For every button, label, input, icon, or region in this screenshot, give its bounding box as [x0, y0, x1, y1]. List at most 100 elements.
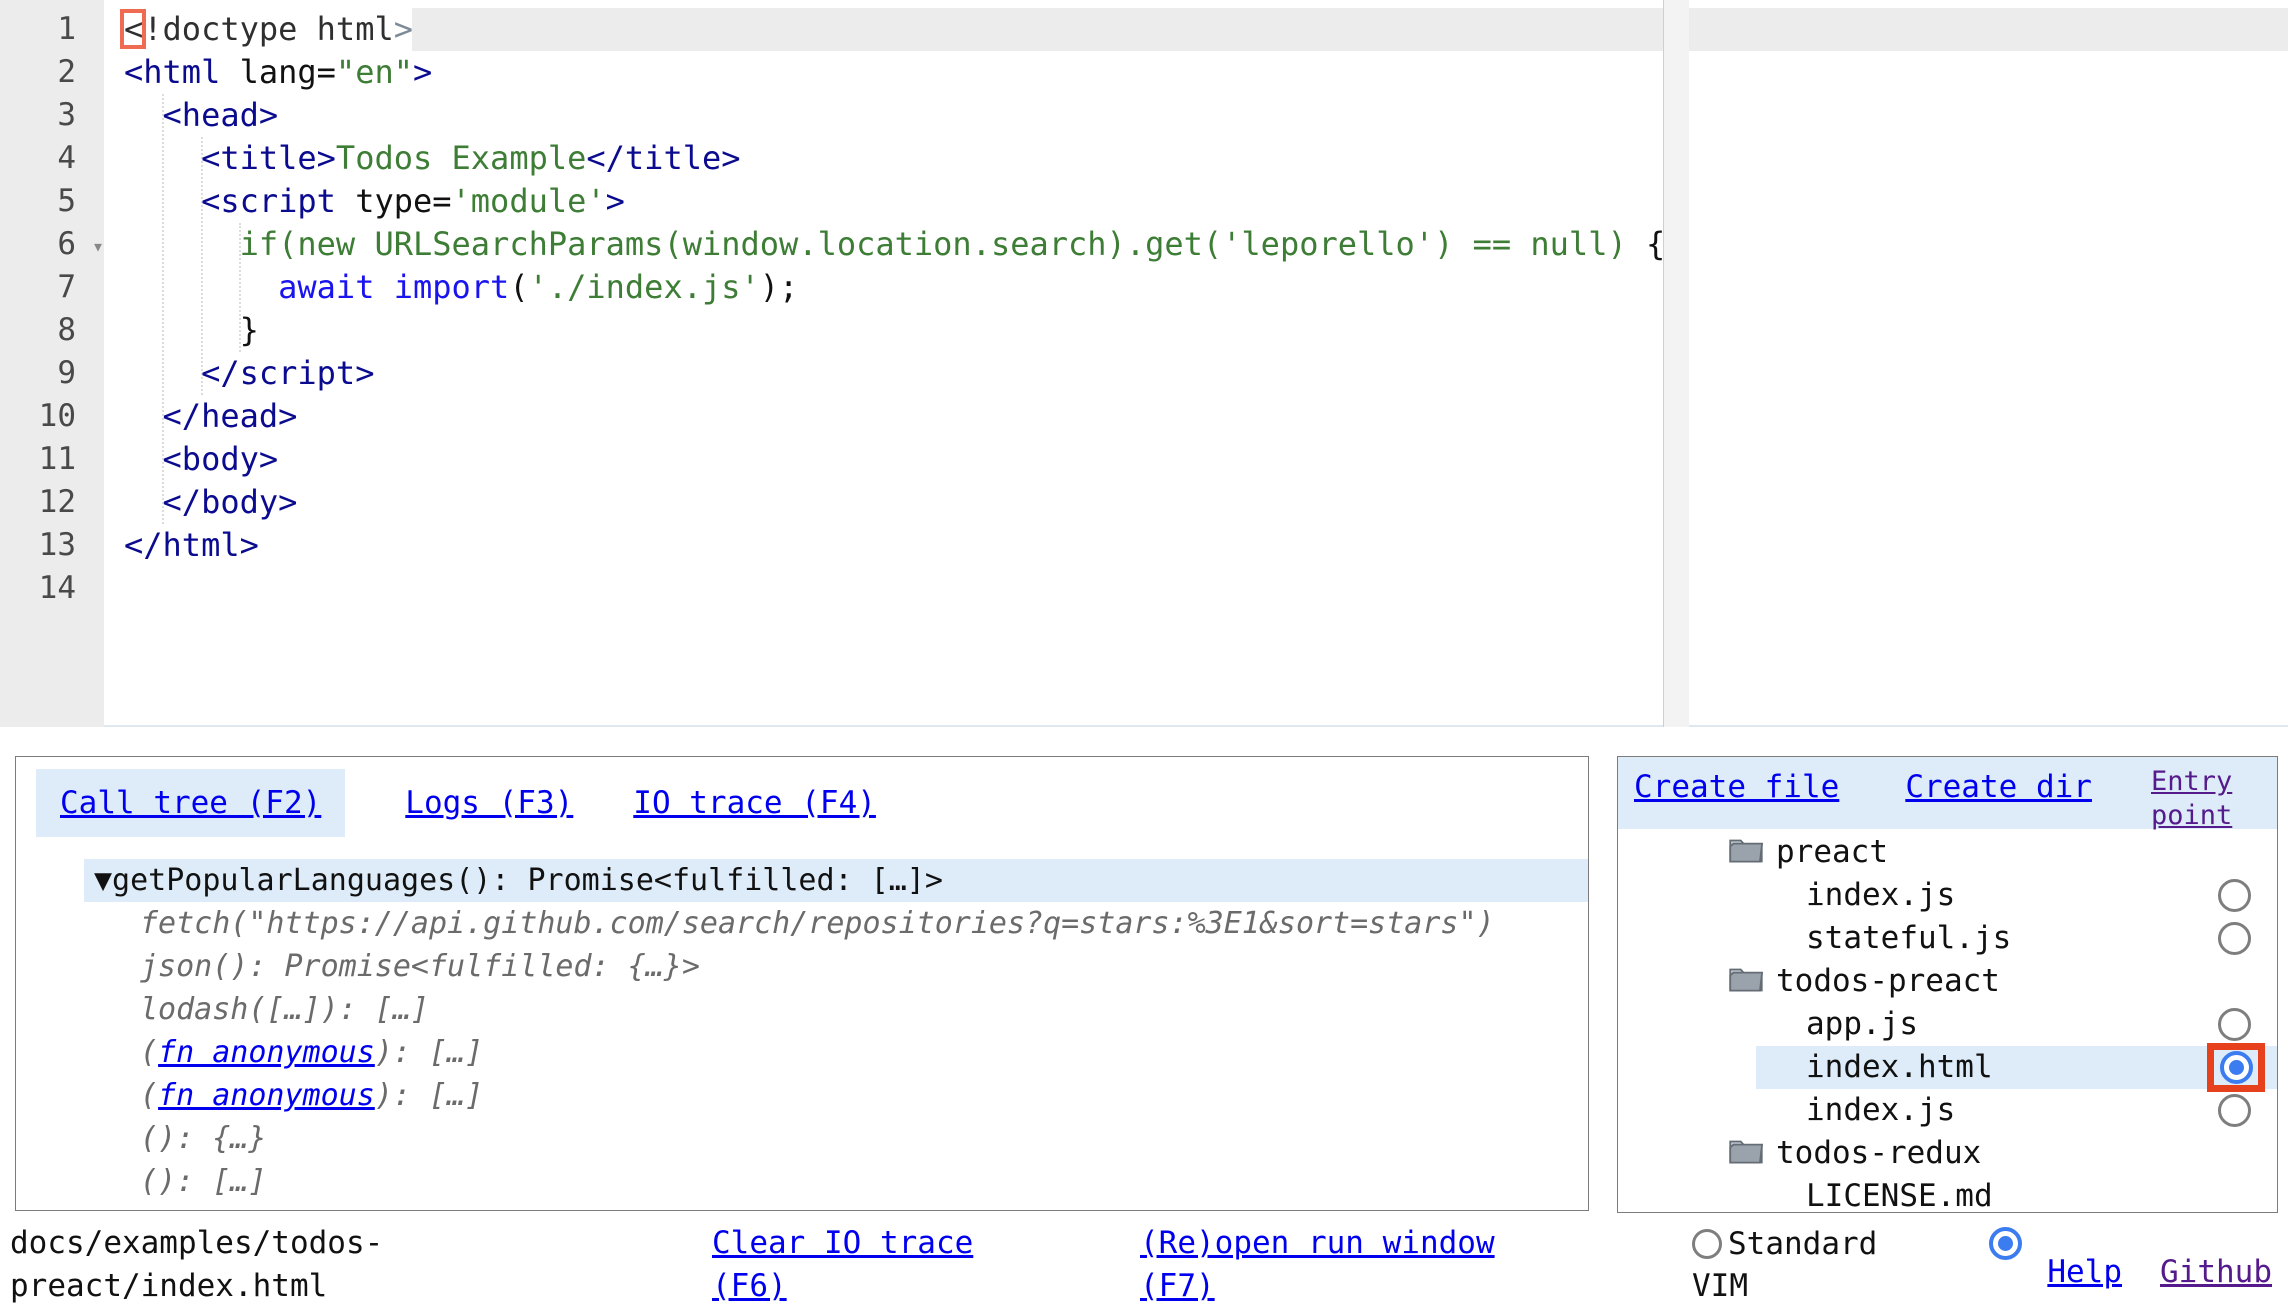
code-token [124, 139, 201, 177]
calltree-row[interactable]: fetch("https://api.github.com/search/rep… [16, 902, 1588, 945]
calltree-row[interactable]: (): {…} [16, 1117, 1588, 1160]
code-token: <head> [163, 96, 279, 134]
line-number: 5 [0, 180, 104, 223]
file-row[interactable]: index.js [1618, 1089, 2277, 1132]
entry-point-marker [2207, 1043, 2265, 1092]
entry-point-radio[interactable] [2218, 1094, 2251, 1127]
code-token: <script [201, 182, 336, 220]
fold-marker-icon[interactable]: ▾ [92, 225, 104, 268]
code-area[interactable]: <!doctype html><html lang="en"> <head> <… [124, 8, 1665, 610]
folder-row[interactable]: todos-redux [1618, 1132, 2277, 1175]
code-line[interactable]: await import('./index.js'); [124, 266, 1665, 309]
code-token: './index.js' [529, 268, 760, 306]
code-token: = [432, 182, 451, 220]
code-token: > [394, 10, 413, 48]
code-line[interactable]: if(new URLSearchParams(window.location.s… [124, 223, 1665, 266]
file-tree: preactindex.jsstateful.jstodos-preactapp… [1618, 829, 2277, 1213]
code-line[interactable]: </html> [124, 524, 1665, 567]
reopen-run-window-link[interactable]: (Re)open run window (F7) [1140, 1222, 1570, 1308]
line-number: 7 [0, 266, 104, 309]
clear-io-trace-link[interactable]: Clear IO trace (F6) [712, 1222, 1057, 1308]
entry-point-radio[interactable] [2218, 1008, 2251, 1041]
folder-name: todos-preact [1776, 963, 2000, 999]
code-line[interactable]: } [124, 309, 1665, 352]
file-row[interactable]: app.js [1618, 1003, 2277, 1046]
create-file-link[interactable]: Create file [1634, 769, 1839, 805]
code-token [124, 96, 163, 134]
code-token [124, 225, 240, 263]
tab-logs[interactable]: Logs (F3) [405, 769, 573, 837]
file-row[interactable]: stateful.js [1618, 917, 2277, 960]
entry-point-radio[interactable] [2218, 879, 2251, 912]
file-name: index.html [1806, 1049, 1993, 1085]
fn-anonymous-link[interactable]: fn anonymous [158, 1207, 375, 1211]
vim-keymap-radio[interactable] [1989, 1227, 2022, 1260]
code-token: type [336, 182, 432, 220]
file-row[interactable]: index.html [1756, 1046, 2277, 1089]
code-token: ); [760, 268, 799, 306]
code-line[interactable] [124, 567, 1665, 610]
folder-icon [1728, 836, 1764, 866]
line-number: 11 [0, 438, 104, 481]
entry-point-radio[interactable] [2218, 922, 2251, 955]
help-link[interactable]: Help [2047, 1254, 2122, 1290]
entry-point-link[interactable]: Entry point [2151, 765, 2263, 833]
code-line[interactable]: </script> [124, 352, 1665, 395]
calltree-row[interactable]: json(): Promise<fulfilled: {…}> [16, 945, 1588, 988]
code-editor[interactable]: 123456▾7891011121314 <!doctype html><htm… [0, 0, 2288, 727]
line-number: 3 [0, 94, 104, 137]
folder-name: todos-redux [1776, 1135, 1981, 1171]
code-token [124, 397, 163, 435]
text-cursor [120, 9, 146, 49]
calltree-rows: ▼getPopularLanguages(): Promise<fulfille… [16, 859, 1588, 1211]
standard-keymap-label: Standard [1728, 1226, 1877, 1262]
code-token: import [394, 268, 510, 306]
folder-row[interactable]: preact [1618, 831, 2277, 874]
code-line[interactable]: </body> [124, 481, 1665, 524]
code-line[interactable]: <!doctype html> [124, 8, 1665, 51]
code-token: } [124, 311, 259, 349]
calltree-row[interactable]: (fn anonymous): […] [16, 1031, 1588, 1074]
code-line[interactable]: <body> [124, 438, 1665, 481]
code-line[interactable]: <head> [124, 94, 1665, 137]
calltree-row[interactable]: (fn anonymous): […] [16, 1203, 1588, 1211]
create-dir-link[interactable]: Create dir [1905, 769, 2092, 805]
line-number: 4 [0, 137, 104, 180]
file-row[interactable]: index.js [1618, 874, 2277, 917]
file-row[interactable]: LICENSE.md [1618, 1175, 2277, 1213]
code-token: </script> [201, 354, 374, 392]
calltree-row[interactable]: lodash([…]): […] [16, 988, 1588, 1031]
code-token [124, 483, 163, 521]
folder-row[interactable]: todos-preact [1618, 960, 2277, 1003]
calltree-row[interactable]: (): […] [16, 1160, 1588, 1203]
file-name: index.js [1806, 877, 1955, 913]
file-name: index.js [1806, 1092, 1955, 1128]
line-number: 13 [0, 524, 104, 567]
tab-call-tree[interactable]: Call tree (F2) [36, 769, 345, 837]
files-panel: Create file Create dir Entry point preac… [1617, 756, 2278, 1213]
file-name: stateful.js [1806, 920, 2011, 956]
code-token: await [278, 268, 374, 306]
code-token [124, 354, 201, 392]
code-line[interactable]: <script type='module'> [124, 180, 1665, 223]
code-token: = [317, 53, 336, 91]
code-line[interactable]: </head> [124, 395, 1665, 438]
calltree-row[interactable]: ▼getPopularLanguages(): Promise<fulfille… [84, 859, 1588, 902]
file-name: LICENSE.md [1806, 1178, 1993, 1213]
calltree-row[interactable]: (fn anonymous): […] [16, 1074, 1588, 1117]
code-token: <title> [201, 139, 336, 177]
line-number: 9 [0, 352, 104, 395]
tab-io-trace[interactable]: IO trace (F4) [633, 769, 876, 837]
code-line[interactable]: <html lang="en"> [124, 51, 1665, 94]
code-token: <html [124, 53, 220, 91]
line-number: 12 [0, 481, 104, 524]
fn-anonymous-link[interactable]: fn anonymous [158, 1078, 375, 1113]
github-link[interactable]: Github [2160, 1254, 2272, 1290]
standard-keymap-radio[interactable] [1692, 1229, 1722, 1259]
fn-anonymous-link[interactable]: fn anonymous [158, 1035, 375, 1070]
code-token: ( [509, 268, 528, 306]
code-token: "en" [336, 53, 413, 91]
keymap-switcher: Standard VIM [1692, 1215, 2022, 1308]
folder-icon [1728, 965, 1764, 995]
code-line[interactable]: <title>Todos Example</title> [124, 137, 1665, 180]
